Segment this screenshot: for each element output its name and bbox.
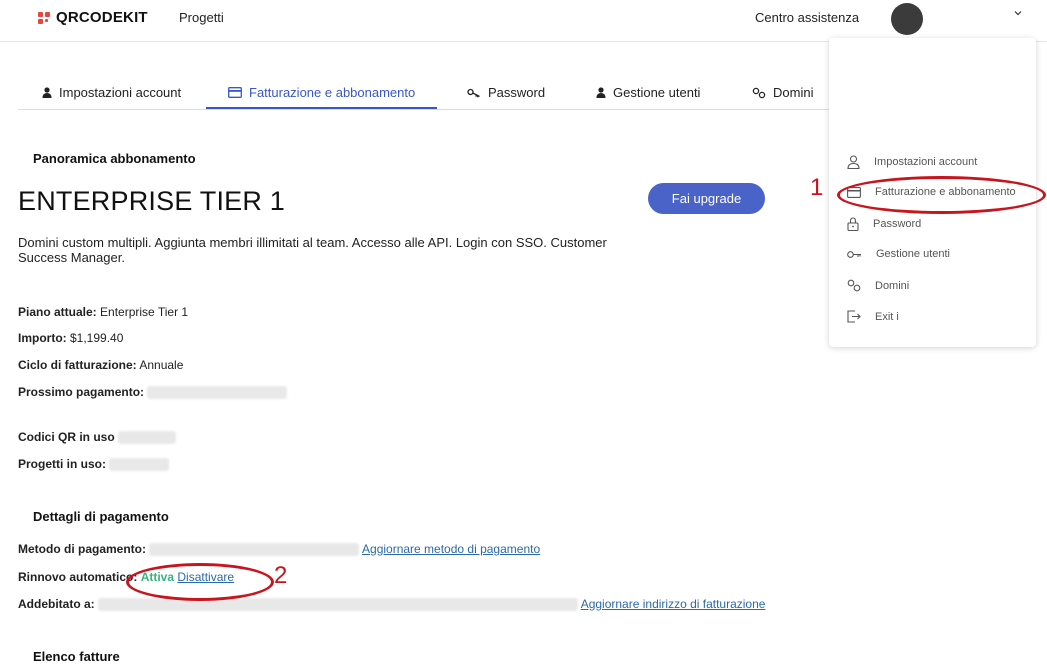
plan-description: Domini custom multipli. Aggiunta membri … [18,235,607,265]
credit-card-icon [228,86,242,98]
payment-method-label: Metodo di pagamento: [18,542,146,556]
plan-name-heading: ENTERPRISE TIER 1 [18,186,285,216]
user-icon [596,87,606,98]
nav-projects-link[interactable]: Progetti [179,10,224,25]
menu-item-domains[interactable]: Domini [847,279,909,292]
billing-cycle-row: Ciclo di fatturazione: Annuale [18,358,183,372]
annotation-ellipse-2 [126,563,274,601]
help-center-link[interactable]: Centro assistenza [755,10,859,25]
billing-cycle-value: Annuale [139,358,184,372]
current-plan-label: Piano attuale: [18,305,97,319]
payment-details-title: Dettagli di pagamento [33,509,169,524]
redacted-billing-address [98,598,579,612]
key-icon [467,88,481,98]
account-tabs: Impostazioni account Fatturazione e abbo… [18,77,840,110]
tab-user-management[interactable]: Gestione utenti [596,77,700,108]
update-payment-method-link[interactable]: Aggiornare metodo di pagamento [362,542,540,556]
tab-label: Password [488,85,546,100]
amount-row: Importo: $1,199.40 [18,331,123,345]
menu-item-password[interactable]: Password [847,217,921,231]
menu-item-exit[interactable]: Exit i [847,310,899,323]
amount-label: Importo: [18,331,67,345]
projects-in-use-row: Progetti in uso: [18,457,170,472]
menu-item-label: Impostazioni account [874,156,978,168]
tab-billing[interactable]: Fatturazione e abbonamento [206,77,438,109]
redacted-payment-method [149,543,360,557]
current-plan-value: Enterprise Tier 1 [100,305,189,319]
tab-label: Fatturazione e abbonamento [249,84,416,100]
next-payment-label: Prossimo pagamento: [18,385,145,399]
qr-logo-icon [38,11,52,24]
next-payment-row: Prossimo pagamento: [18,385,288,400]
menu-item-label: Gestione utenti [876,248,950,260]
avatar[interactable] [891,3,923,35]
payment-method-row: Metodo di pagamento: Aggiornare metodo d… [18,542,540,557]
menu-item-label: Exit i [875,310,899,323]
subscription-overview-title: Panoramica abbonamento [33,151,196,166]
top-bar: QRCODEKIT Progetti Centro assistenza [0,0,1047,42]
redacted-next-payment [147,386,288,400]
amount-value: $1,199.40 [70,331,124,345]
brand-logo[interactable]: QRCODEKIT [38,9,148,26]
annotation-ellipse-1 [837,176,1046,214]
tab-password[interactable]: Password [467,77,545,108]
redacted-projects-count [109,458,170,472]
menu-item-label: Password [873,218,922,230]
user-icon [42,87,52,98]
qr-in-use-row: Codici QR in uso [18,430,177,445]
tab-label: Gestione utenti [613,85,701,100]
logout-icon [847,310,861,323]
menu-item-label: Domini [875,279,910,292]
brand-name: QRCODEKIT [56,9,148,26]
user-icon [847,155,860,169]
link-icon [847,279,861,292]
chevron-down-icon[interactable] [1013,8,1023,21]
tab-account-settings[interactable]: Impostazioni account [42,77,181,108]
tab-label: Domini [773,85,814,100]
menu-item-account-settings[interactable]: Impostazioni account [847,155,977,169]
annotation-step-2: 2 [274,562,288,589]
projects-in-use-label: Progetti in uso: [18,457,106,471]
link-icon [752,87,766,99]
tab-domains[interactable]: Domini [752,77,813,108]
redacted-qr-count [118,431,177,445]
upgrade-button[interactable]: Fai upgrade [648,183,765,214]
qr-in-use-label: Codici QR in uso [18,430,115,444]
invoices-title: Elenco fatture [33,649,120,664]
update-billing-address-link[interactable]: Aggiornare indirizzo di fatturazione [581,597,766,611]
annotation-step-1: 1 [810,174,824,201]
billed-to-row: Addebitato a: Aggiornare indirizzo di fa… [18,597,766,612]
auto-renew-label: Rinnovo automatico: [18,570,138,584]
tab-label: Impostazioni account [59,85,182,100]
current-plan-row: Piano attuale: Enterprise Tier 1 [18,305,188,319]
lock-icon [847,217,859,231]
billing-cycle-label: Ciclo di fatturazione: [18,358,137,372]
billed-to-label: Addebitato a: [18,597,95,611]
menu-item-user-management[interactable]: Gestione utenti [847,248,950,260]
key-icon [847,250,862,259]
